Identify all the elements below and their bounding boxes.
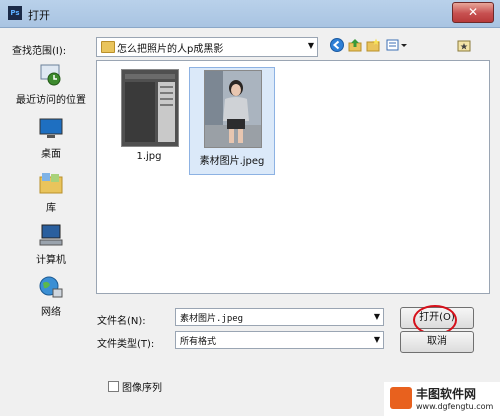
file-item-selected[interactable]: 素材图片.jpeg [189, 67, 275, 175]
up-folder-button[interactable] [348, 38, 362, 52]
computer-icon [38, 223, 64, 247]
favorite-folder-icon [457, 40, 471, 52]
cancel-button[interactable]: 取消 [400, 331, 474, 353]
filename-value: 素材图片.jpeg [180, 314, 244, 324]
filetype-label: 文件类型(T): [97, 339, 155, 350]
place-desktop[interactable]: 桌面 [12, 117, 90, 160]
chevron-down-icon: ▼ [307, 41, 314, 50]
libraries-icon [38, 171, 64, 195]
look-in-dropdown[interactable]: 怎么把照片的人p成黑影 ▼ [96, 37, 318, 57]
view-menu-icon [386, 39, 407, 51]
back-arrow-icon [330, 38, 344, 52]
watermark-logo-icon [390, 387, 412, 409]
new-folder-icon [366, 38, 380, 52]
filename-label: 文件名(N): [97, 316, 146, 327]
place-libraries[interactable]: 库 [12, 171, 90, 214]
file-item[interactable]: 1.jpg [107, 67, 191, 173]
folder-icon [101, 41, 115, 53]
filetype-value: 所有格式 [180, 337, 217, 347]
filename-input[interactable]: 素材图片.jpeg ▼ [175, 308, 384, 326]
open-dialog: Ps 打开 ✕ 查找范围(I): 怎么把照片的人p成黑影 ▼ 最近访问的位置 桌… [0, 0, 500, 416]
recent-places-icon [38, 63, 64, 87]
up-folder-icon [348, 39, 362, 52]
place-label: 计算机 [36, 255, 66, 266]
watermark-title: 丰图软件网 [416, 387, 477, 401]
desktop-icon [38, 117, 64, 141]
place-label: 网络 [41, 307, 61, 318]
place-label: 桌面 [41, 149, 61, 160]
place-label: 库 [46, 203, 56, 214]
place-label: 最近访问的位置 [16, 95, 86, 106]
file-list[interactable]: 1.jpg 素材图片.jpeg [96, 60, 490, 294]
place-computer[interactable]: 计算机 [12, 223, 90, 266]
network-icon [38, 275, 64, 299]
file-name: 1.jpg [136, 151, 162, 162]
photoshop-app-icon: Ps [8, 6, 22, 20]
title-bar: Ps 打开 ✕ [0, 0, 500, 28]
look-in-label: 查找范围(I): [12, 46, 67, 57]
file-thumbnail [204, 70, 262, 148]
chevron-down-icon: ▼ [373, 335, 380, 344]
new-folder-button[interactable] [366, 38, 380, 52]
watermark-url: www.dgfengtu.com [416, 402, 494, 411]
dialog-title: 打开 [28, 9, 50, 22]
image-sequence-checkbox[interactable] [108, 381, 119, 392]
file-thumbnail [121, 69, 179, 147]
back-button[interactable] [330, 38, 344, 52]
close-button[interactable]: ✕ [452, 2, 494, 23]
view-menu-button[interactable] [386, 38, 410, 52]
places-bar: 最近访问的位置 桌面 库 计算机 网络 [12, 63, 90, 328]
place-recent[interactable]: 最近访问的位置 [12, 63, 90, 106]
filetype-select[interactable]: 所有格式 ▼ [175, 331, 384, 349]
file-name: 素材图片.jpeg [199, 156, 265, 167]
chevron-down-icon: ▼ [373, 312, 380, 321]
watermark: 丰图软件网 www.dgfengtu.com [384, 382, 500, 416]
close-icon: ✕ [467, 5, 479, 19]
place-network[interactable]: 网络 [12, 275, 90, 318]
image-sequence-label: 图像序列 [122, 383, 162, 394]
favorites-button[interactable] [457, 38, 471, 52]
look-in-value: 怎么把照片的人p成黑影 [117, 44, 224, 55]
